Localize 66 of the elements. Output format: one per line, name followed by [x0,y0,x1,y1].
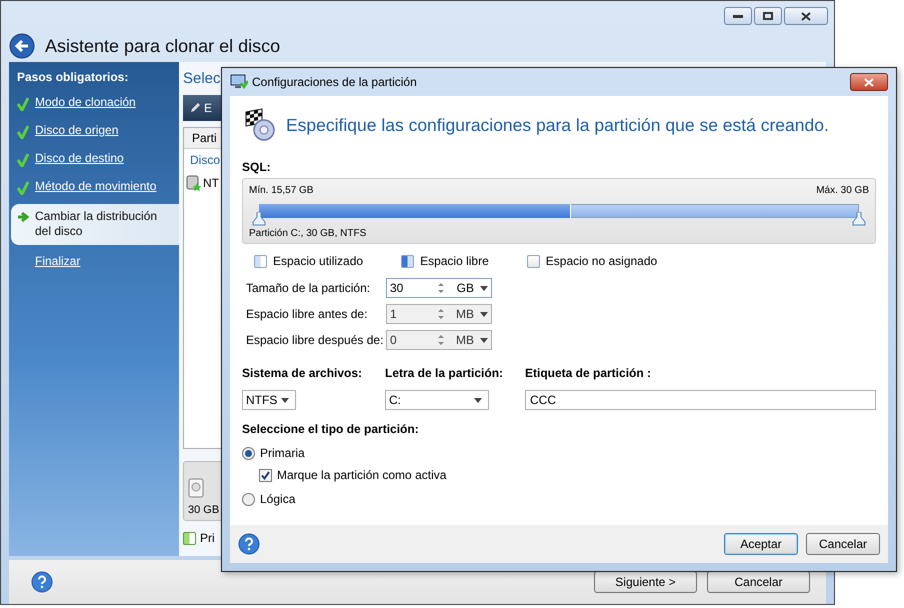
help-icon[interactable] [238,533,260,555]
help-icon[interactable] [31,571,53,593]
disk-group-label: Disco [189,152,222,169]
max-size-label: Máx. 30 GB [816,185,869,196]
minimize-icon [733,14,743,18]
window-title: Asistente para clonar el disco [45,36,280,56]
drive-letter-dropdown[interactable]: C: [385,390,489,410]
slider-handle[interactable] [252,212,266,226]
arrow-icon [17,211,29,223]
sidebar-heading: Pasos obligatorios: [17,70,130,84]
dropdown-arrow-icon[interactable] [281,398,289,402]
legend-label: Espacio no asignado [546,254,658,268]
field-label: Sistema de archivos: [242,366,364,380]
section-heading: Selec [183,70,221,87]
dropdown-arrow-icon[interactable] [474,398,482,402]
field-label: Tamaño de la partición: [246,281,372,295]
wizard-button[interactable]: Siguiente > [594,571,697,593]
sidebar-item[interactable]: Cambiar la distribución del disco [11,204,179,245]
file-system-dropdown[interactable]: NTFS [242,390,296,410]
dialog-title: Configuraciones de la partición [252,75,417,89]
drive-icon [188,478,204,498]
disk-size: 30 GB [188,504,220,516]
monitor-icon [230,74,248,90]
column-header: Parti [184,128,224,149]
field-label: Letra de la partición: [385,366,504,380]
close-icon [801,12,811,20]
dropdown-arrow-icon[interactable] [480,286,488,290]
sidebar-item[interactable]: Disco de origen [11,120,179,142]
radio-option[interactable]: Primaria [242,446,876,460]
checkbox-option[interactable]: Marque la partición como activa [259,468,876,482]
size-spinbox[interactable]: 30 GB [386,278,492,298]
min-size-label: Mín. 15,57 GB [249,185,314,196]
close-button[interactable] [850,73,888,91]
section-heading: Seleccione el tipo de partición: [242,422,420,436]
close-button[interactable] [784,7,828,25]
sidebar-item[interactable]: Modo de clonación [11,92,179,114]
legend-label: Espacio libre [420,254,489,268]
dialog-heading: Especifique las configuraciones para la partición que se está creando. [286,114,829,136]
field-label: Etiqueta de partición : [525,366,652,380]
dialog-button[interactable]: Aceptar [724,533,798,555]
minimize-button[interactable] [724,7,752,25]
partition-label: Partición C:, 30 GB, NTFS [249,228,368,239]
legend-label: Espacio utilizado [273,254,364,268]
radio-option[interactable]: Lógica [242,492,876,506]
legend-swatch [401,254,414,268]
wizard-button[interactable]: Cancelar [707,571,810,593]
legend-swatch [254,254,267,268]
sidebar-item[interactable]: Método de movimiento [11,176,179,198]
legend-swatch [526,254,540,268]
partition-size-slider[interactable] [252,204,866,226]
sidebar-item[interactable]: Finalizar [11,251,179,271]
maximize-icon [763,12,773,20]
legend-swatch [183,532,196,544]
disk-label: SQL: [242,160,272,174]
maximize-button[interactable] [754,7,782,25]
partition-name: NT [203,176,219,190]
legend-label: Pri [200,531,215,545]
sidebar-item[interactable]: Disco de destino [11,148,179,170]
field-label: Espacio libre antes de: [246,307,368,321]
dialog-button[interactable]: Cancelar [806,533,880,555]
slider-handle[interactable] [852,212,866,226]
checkered-flag-gear-icon [244,108,276,142]
partition-label-field[interactable]: CCC [525,390,876,410]
close-icon [864,78,874,86]
pencil-icon [189,102,201,114]
field-label: Espacio libre después de: [246,333,384,347]
